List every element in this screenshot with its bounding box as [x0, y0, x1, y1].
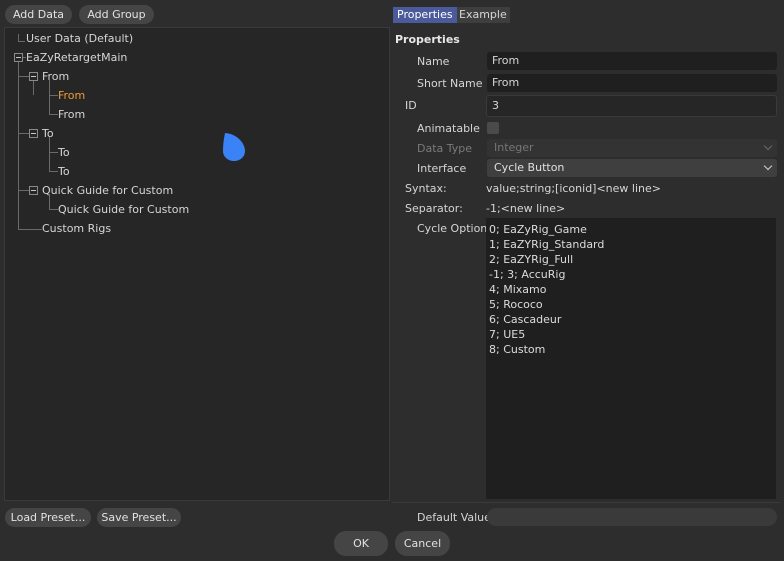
collapse-toggle-icon[interactable] [29, 72, 38, 81]
add-group-button[interactable]: Add Group [79, 5, 154, 24]
name-label: Name [417, 55, 450, 68]
id-field[interactable]: 3 [486, 95, 777, 117]
tree-item[interactable]: User Data (Default) [26, 32, 133, 45]
add-data-button[interactable]: Add Data [5, 5, 72, 24]
cycle-option-line: 6; Cascadeur [489, 313, 562, 326]
tree-item[interactable]: EaZyRetargetMain [26, 51, 127, 64]
save-preset-button[interactable]: Save Preset... [97, 508, 181, 527]
default-value-label: Default Value [417, 511, 491, 524]
tree-item[interactable]: Quick Guide for Custom [58, 203, 189, 216]
separator-value: -1;<new line> [486, 202, 566, 215]
cycle-option-textarea[interactable]: 0; EaZyRig_Game 1; EaZYRig_Standard 2; E… [486, 218, 776, 499]
interface-value: Cycle Button [494, 161, 565, 174]
short-name-field[interactable]: From [487, 74, 777, 92]
data-type-select: Integer [487, 139, 777, 157]
cycle-option-line: 2; EaZYRig_Full [489, 253, 574, 266]
tab-example[interactable]: Example [455, 7, 511, 23]
chevron-down-icon [763, 161, 773, 171]
collapse-toggle-icon[interactable] [14, 53, 23, 62]
default-value-field[interactable] [487, 508, 777, 526]
animatable-label: Animatable [417, 122, 480, 135]
properties-heading: Properties [395, 33, 460, 46]
cycle-option-line: 8; Custom [489, 343, 546, 356]
syntax-label: Syntax: [405, 182, 447, 195]
name-field[interactable]: From [487, 52, 777, 70]
cycle-option-line: 7; UE5 [489, 328, 526, 341]
tree-item[interactable]: To [58, 165, 70, 178]
animatable-checkbox[interactable] [487, 122, 499, 134]
cancel-button[interactable]: Cancel [395, 531, 450, 556]
tree-item[interactable]: From [42, 70, 69, 83]
syntax-value: value;string;[iconid]<new line> [486, 182, 661, 195]
user-data-tree[interactable]: User Data (Default) EaZyRetargetMain Fro… [4, 27, 390, 501]
cycle-option-line: -1; 3; AccuRig [489, 268, 566, 281]
tree-item[interactable]: Quick Guide for Custom [42, 184, 173, 197]
cycle-option-line: 5; Rococo [489, 298, 543, 311]
tree-item[interactable]: Custom Rigs [42, 222, 111, 235]
tree-item[interactable]: From [58, 108, 85, 121]
divider [392, 502, 780, 503]
cycle-option-label: Cycle Option [417, 222, 488, 235]
cycle-option-line: 1; EaZYRig_Standard [489, 238, 605, 251]
tree-item-selected[interactable]: From [58, 89, 85, 102]
collapse-toggle-icon[interactable] [29, 129, 38, 138]
tree-item[interactable]: To [58, 146, 70, 159]
collapse-toggle-icon[interactable] [29, 186, 38, 195]
cycle-option-line: 4; Mixamo [489, 283, 547, 296]
interface-label: Interface [417, 162, 467, 175]
cursor-icon [223, 133, 245, 161]
load-preset-button[interactable]: Load Preset... [5, 508, 91, 527]
ok-button[interactable]: OK [334, 531, 388, 556]
separator-label: Separator: [405, 202, 463, 215]
cycle-option-line: 0; EaZyRig_Game [489, 223, 587, 236]
short-name-label: Short Name [417, 77, 483, 90]
tab-properties[interactable]: Properties [393, 7, 457, 23]
id-label: ID [405, 99, 417, 112]
data-type-label: Data Type [417, 142, 473, 155]
data-type-value: Integer [494, 141, 534, 154]
chevron-down-icon [763, 141, 773, 151]
tree-item[interactable]: To [42, 127, 54, 140]
interface-select[interactable]: Cycle Button [487, 159, 777, 177]
